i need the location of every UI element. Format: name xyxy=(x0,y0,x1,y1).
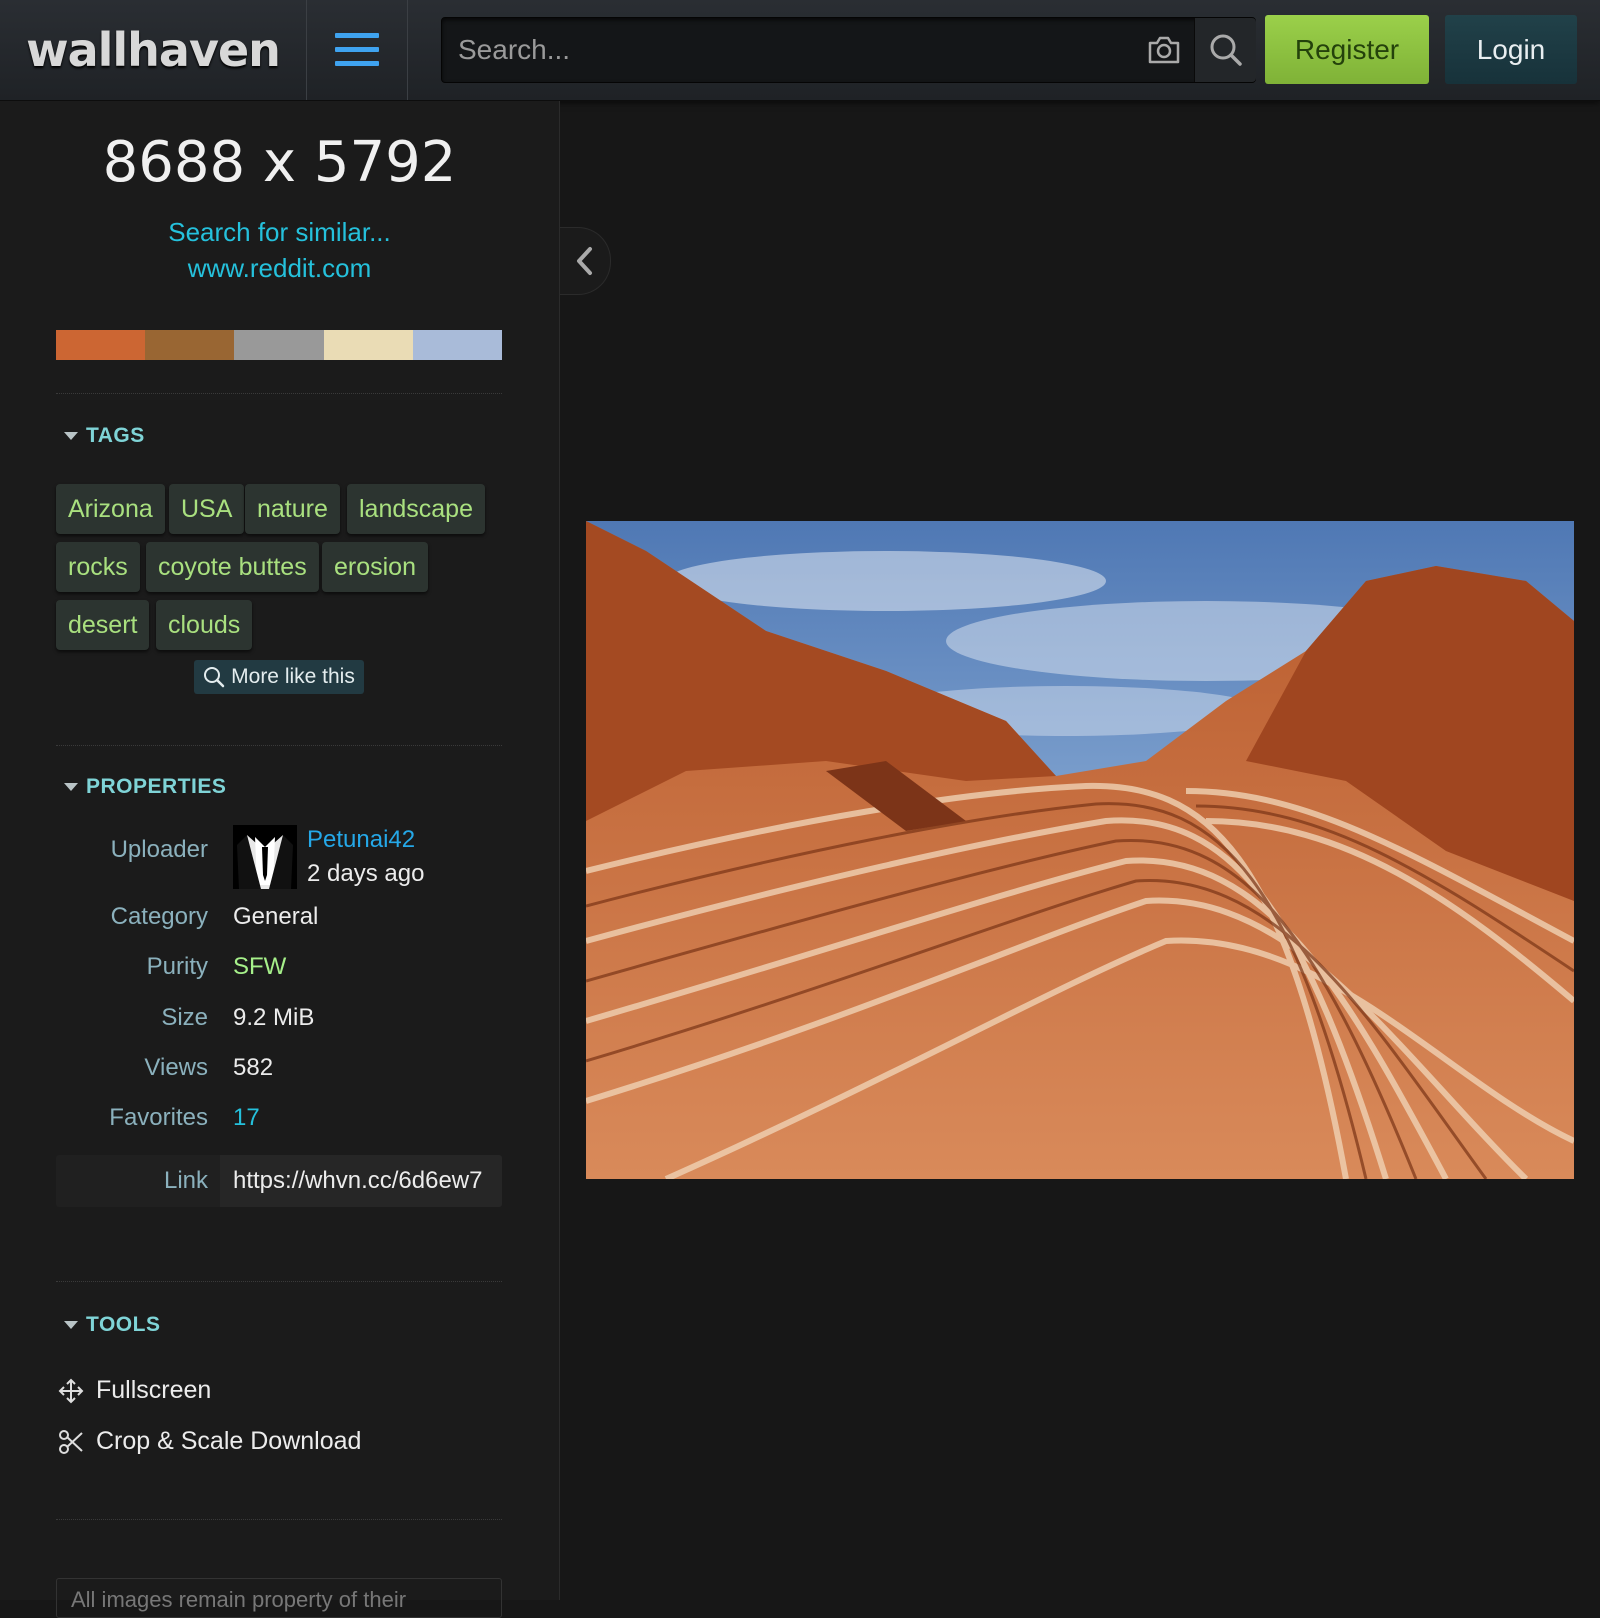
views-value: 582 xyxy=(233,1054,274,1081)
properties-section-toggle[interactable]: PROPERTIES xyxy=(64,775,226,799)
palette-swatch[interactable] xyxy=(412,330,503,360)
tags-title: TAGS xyxy=(86,424,145,447)
views-label: Views xyxy=(144,1054,208,1081)
fullscreen-tool[interactable]: Fullscreen xyxy=(58,1376,211,1405)
register-button[interactable]: Register xyxy=(1265,15,1429,84)
site-logo[interactable]: wallhaven xyxy=(0,0,307,100)
source-link[interactable]: www.reddit.com xyxy=(0,253,559,284)
wallpaper-landscape xyxy=(586,521,1574,1179)
palette-swatch[interactable] xyxy=(56,330,146,360)
chevron-left-icon xyxy=(577,247,592,275)
tag-item[interactable]: coyote buttes xyxy=(146,542,319,592)
search-button[interactable] xyxy=(1194,18,1256,82)
tag-item[interactable]: nature xyxy=(245,484,340,534)
collapse-sidebar-button[interactable] xyxy=(560,227,611,295)
login-button[interactable]: Login xyxy=(1445,15,1577,84)
tag-item[interactable]: desert xyxy=(56,600,150,650)
copyright-notice: All images remain property of their xyxy=(56,1578,502,1618)
search-icon xyxy=(1210,34,1242,66)
color-palette xyxy=(56,330,503,360)
category-label: Category xyxy=(110,903,208,930)
favorites-label: Favorites xyxy=(109,1104,208,1131)
uploader-avatar[interactable] xyxy=(233,825,297,889)
purity-label: Purity xyxy=(146,953,208,980)
category-value: General xyxy=(233,903,319,930)
link-label: Link xyxy=(163,1167,208,1194)
favorites-link[interactable]: 17 xyxy=(233,1104,260,1132)
image-search-button[interactable] xyxy=(1142,28,1186,72)
search-similar-link[interactable]: Search for similar... xyxy=(0,217,559,248)
upload-time: 2 days ago xyxy=(307,860,425,887)
wallpaper-image[interactable] xyxy=(586,521,1574,1179)
short-link-field[interactable] xyxy=(220,1155,502,1207)
search-bar xyxy=(441,17,1256,83)
top-bar: wallhaven Register Login xyxy=(0,0,1600,101)
tag-item[interactable]: clouds xyxy=(156,600,253,650)
avatar-image xyxy=(233,825,297,889)
search-input[interactable] xyxy=(442,18,1122,82)
palette-swatch[interactable] xyxy=(234,330,324,360)
fullscreen-label: Fullscreen xyxy=(96,1376,212,1404)
properties-title: PROPERTIES xyxy=(86,775,227,798)
tools-section-toggle[interactable]: TOOLS xyxy=(64,1313,160,1337)
palette-swatch[interactable] xyxy=(145,330,235,360)
crop-scale-download-label: Crop & Scale Download xyxy=(96,1427,362,1455)
camera-icon xyxy=(1148,36,1180,64)
scissors-icon xyxy=(59,1429,83,1454)
purity-value: SFW xyxy=(233,953,287,980)
uploader-name-link[interactable]: Petunai42 xyxy=(307,826,415,854)
menu-button[interactable] xyxy=(307,0,408,100)
resolution-title: 8688 x 5792 xyxy=(102,130,457,195)
caret-down-icon xyxy=(64,1321,78,1329)
tag-item[interactable]: USA xyxy=(169,484,245,534)
hamburger-icon xyxy=(335,33,379,66)
tags-section-toggle[interactable]: TAGS xyxy=(64,424,145,448)
tools-title: TOOLS xyxy=(86,1313,161,1336)
more-like-this-button[interactable]: More like this xyxy=(194,660,364,694)
more-like-this-label: More like this xyxy=(231,665,355,688)
divider xyxy=(56,1519,502,1520)
divider xyxy=(56,393,502,394)
caret-down-icon xyxy=(64,432,78,440)
tag-item[interactable]: Arizona xyxy=(56,484,165,534)
search-icon xyxy=(204,667,225,688)
tag-item[interactable]: landscape xyxy=(347,484,485,534)
divider xyxy=(56,745,502,746)
divider xyxy=(56,1281,502,1282)
tag-item[interactable]: erosion xyxy=(322,542,428,592)
tag-item[interactable]: rocks xyxy=(56,542,140,592)
size-label: Size xyxy=(161,1004,208,1031)
uploader-label: Uploader xyxy=(110,836,208,863)
size-value: 9.2 MiB xyxy=(233,1004,315,1031)
crop-scale-download-tool[interactable]: Crop & Scale Download xyxy=(58,1427,361,1456)
caret-down-icon xyxy=(64,783,78,791)
palette-swatch[interactable] xyxy=(323,330,413,360)
move-arrows-icon xyxy=(58,1378,84,1403)
